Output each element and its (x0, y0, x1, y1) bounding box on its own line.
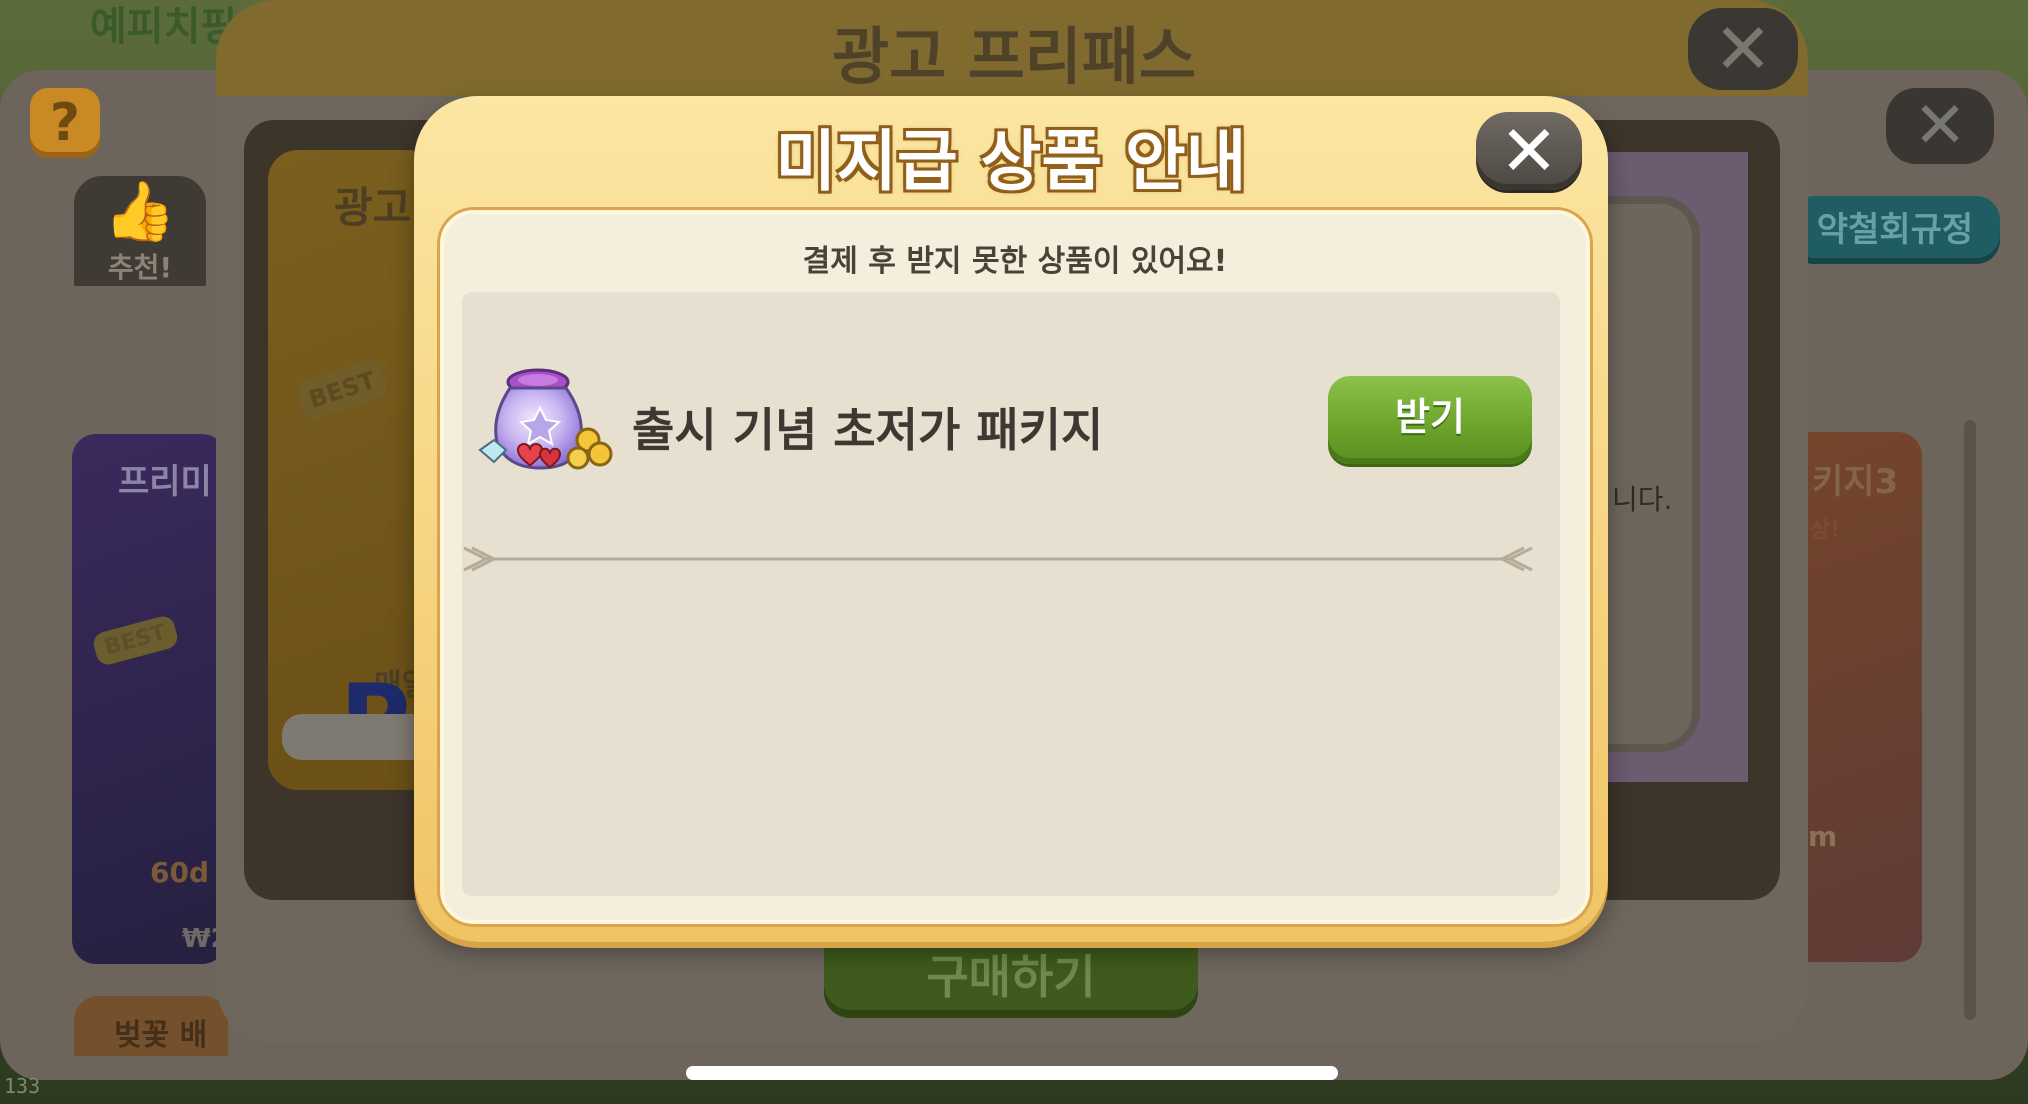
receive-button[interactable]: 받기 (1328, 376, 1532, 464)
best-badge: BEST (293, 357, 391, 423)
ad-freepass-close-button[interactable]: ✕ (1688, 8, 1798, 90)
card-price-bar (282, 714, 432, 760)
card-duration: m (1808, 820, 1838, 853)
tab-recommend[interactable]: 👍 추천! (74, 176, 206, 286)
thumbs-up-icon: 👍 (103, 177, 177, 245)
ad-freepass-right-frame (1604, 196, 1700, 752)
background-product-card-right[interactable]: 키지3 상! m (1788, 432, 1922, 962)
dialog-close-button[interactable]: ✕ (1476, 112, 1582, 190)
card-days: 60d (150, 856, 210, 889)
card-title: 키지3 (1812, 462, 1899, 502)
ad-freepass-right-text: 니다. (1612, 483, 1673, 516)
dialog-title: 미지급 상품 안내 (775, 123, 1247, 200)
card-subtitle: 상! (1810, 518, 1841, 543)
card-title: 벚꽃 배 (114, 1018, 208, 1053)
buy-button[interactable]: 구매하기 (824, 936, 1198, 1018)
home-indicator[interactable] (686, 1066, 1338, 1080)
background-scrollbar[interactable] (1964, 420, 1976, 1020)
corner-number: 133 (4, 1074, 41, 1098)
background-product-card-bottom[interactable]: 벚꽃 배 (74, 996, 228, 1056)
ad-freepass-card[interactable]: 광고 BEST 매일 P (268, 150, 438, 790)
background-close-button[interactable]: ✕ (1886, 88, 1994, 164)
card-title: 광고 (334, 183, 412, 232)
background-product-card-left[interactable]: 프리미 BEST 60d ₩2 (72, 434, 229, 964)
refund-policy-button[interactable]: 약철회규정 (1790, 196, 2000, 264)
card-title: 프리미 (118, 462, 212, 502)
ornamental-divider (463, 546, 1533, 572)
item-name: 출시 기념 초저가 패키지 (632, 403, 1104, 457)
pouch-hearts-coins-icon (478, 368, 613, 470)
tab-recommend-label: 추천! (107, 251, 173, 284)
help-button[interactable]: ? (30, 88, 100, 158)
best-badge: BEST (91, 613, 180, 668)
dialog-subtitle: 결제 후 받지 못한 상품이 있어요! (802, 244, 1228, 279)
